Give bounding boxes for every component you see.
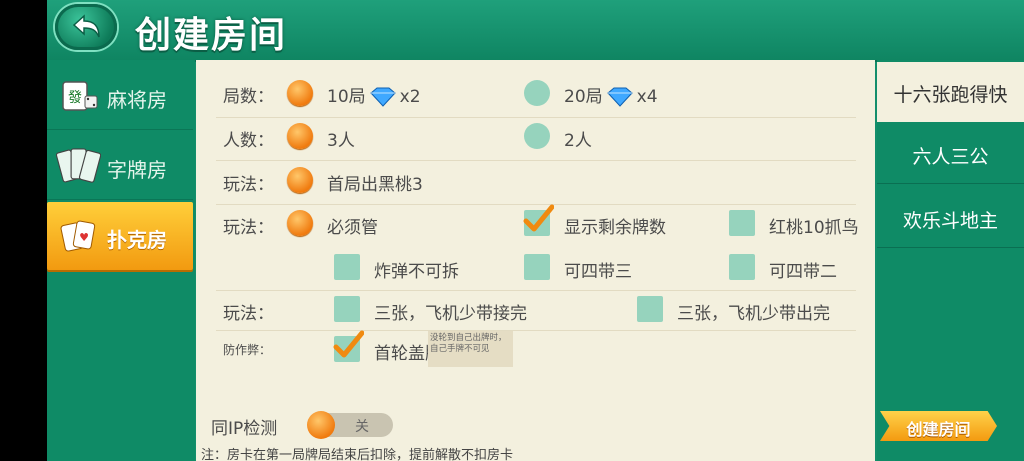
rounds-20-radio[interactable] (524, 80, 550, 106)
diamond-icon (369, 87, 396, 107)
divider (877, 247, 1024, 248)
rounds-label: 局数： (223, 87, 274, 107)
diamond-icon (606, 87, 633, 107)
tab-sixteen-run[interactable]: 十六张跑得快 (877, 62, 1024, 122)
show-remaining-option[interactable]: 显示剩余牌数 (564, 213, 666, 238)
play-rule-label: 玩法： (223, 304, 274, 324)
four-with-two-checkbox[interactable] (729, 254, 755, 280)
players-label: 人数： (223, 131, 274, 151)
toggle-knob (307, 411, 335, 439)
show-remaining-checkbox[interactable] (523, 204, 554, 236)
create-room-screen: 创建房间 發 麻将房 字牌房 ♥ 扑克房 局数： 10局 x2 20局 x4 人… (47, 0, 1024, 461)
tab-label: 六人三公 (912, 146, 989, 168)
first-spade3-radio[interactable] (287, 167, 313, 193)
four-with-three-option[interactable]: 可四带三 (564, 257, 632, 282)
divider (47, 199, 193, 200)
header-bar: 创建房间 (47, 0, 1024, 62)
svg-text:♥: ♥ (79, 231, 89, 244)
room-card-note: 注：房卡在第一局牌局结束后扣除，提前解散不扣房卡 (201, 448, 514, 461)
room-type-nav: 發 麻将房 字牌房 ♥ 扑克房 (47, 60, 195, 461)
players-2-radio[interactable] (524, 123, 550, 149)
nav-item-label: 字牌房 (107, 158, 167, 182)
four-with-three-checkbox[interactable] (524, 254, 550, 280)
create-room-button[interactable]: 创建房间 (880, 411, 997, 441)
svg-text:發: 發 (68, 90, 82, 106)
four-with-two-option[interactable]: 可四带二 (769, 257, 837, 282)
play-rule-label: 玩法： (223, 218, 274, 238)
three-plane-playout-checkbox[interactable] (637, 296, 663, 322)
heart10-bird-option[interactable]: 红桃10抓鸟 (769, 213, 859, 238)
players-3-radio[interactable] (287, 123, 313, 149)
tab-label: 十六张跑得快 (893, 84, 1008, 106)
tab-landlord[interactable]: 欢乐斗地主 (877, 188, 1024, 248)
create-room-label: 创建房间 (906, 420, 971, 439)
rounds-10-option[interactable]: 10局 x2 (327, 82, 421, 108)
checkmark-icon (523, 204, 554, 232)
tab-label: 欢乐斗地主 (902, 210, 998, 232)
three-plane-finish-checkbox[interactable] (334, 296, 360, 322)
heart10-bird-checkbox[interactable] (729, 210, 755, 236)
same-ip-label: 同IP检测 (211, 419, 278, 439)
page-title: 创建房间 (135, 15, 288, 56)
rounds-20-option[interactable]: 20局 x4 (564, 82, 658, 108)
must-follow-option[interactable]: 必须管 (327, 213, 378, 238)
mahjong-tile-icon: 發 (62, 81, 98, 111)
players-2-option[interactable]: 2人 (564, 126, 592, 151)
divider (216, 330, 856, 331)
three-plane-playout-option[interactable]: 三张，飞机少带出完 (677, 299, 830, 324)
game-type-tabs: 十六张跑得快 六人三公 欢乐斗地主 (877, 60, 1024, 461)
tab-six-three-gong[interactable]: 六人三公 (877, 124, 1024, 184)
rounds-10-radio[interactable] (287, 80, 313, 106)
players-3-option[interactable]: 3人 (327, 126, 355, 151)
three-plane-finish-option[interactable]: 三张，飞机少带接完 (374, 299, 527, 324)
nav-item-label: 麻将房 (107, 88, 167, 112)
options-panel: 局数： 10局 x2 20局 x4 人数： 3人 2人 玩法： 首局出黑桃3 玩法：… (196, 60, 875, 461)
same-ip-toggle[interactable]: 关 (307, 411, 393, 439)
divider (216, 160, 856, 161)
word-card-icon (55, 148, 101, 183)
back-button[interactable] (55, 4, 117, 50)
poker-card-icon: ♥ (60, 220, 96, 252)
toggle-state: 关 (355, 419, 369, 435)
must-follow-radio[interactable] (287, 210, 313, 236)
back-arrow-icon (72, 14, 100, 38)
nav-item-label: 扑克房 (107, 228, 167, 252)
first-spade3-option[interactable]: 首局出黑桃3 (327, 170, 423, 195)
play-rule-label: 玩法： (223, 175, 274, 195)
first-round-cover-checkbox[interactable] (333, 330, 364, 362)
divider (216, 117, 856, 118)
device-edge (0, 0, 47, 461)
nav-item-poker[interactable]: ♥ 扑克房 (47, 202, 193, 270)
nav-item-mahjong[interactable]: 發 麻将房 (47, 62, 193, 130)
divider (47, 129, 193, 130)
divider (216, 290, 856, 291)
divider (877, 183, 1024, 184)
anticheat-label: 防作弊： (223, 343, 272, 357)
anticheat-tip: 没轮到自己出牌时，自己手牌不可见 (428, 331, 513, 367)
checkmark-icon (333, 330, 364, 358)
bomb-no-split-checkbox[interactable] (334, 254, 360, 280)
nav-item-wordcard[interactable]: 字牌房 (47, 132, 193, 200)
bomb-no-split-option[interactable]: 炸弹不可拆 (374, 257, 459, 282)
